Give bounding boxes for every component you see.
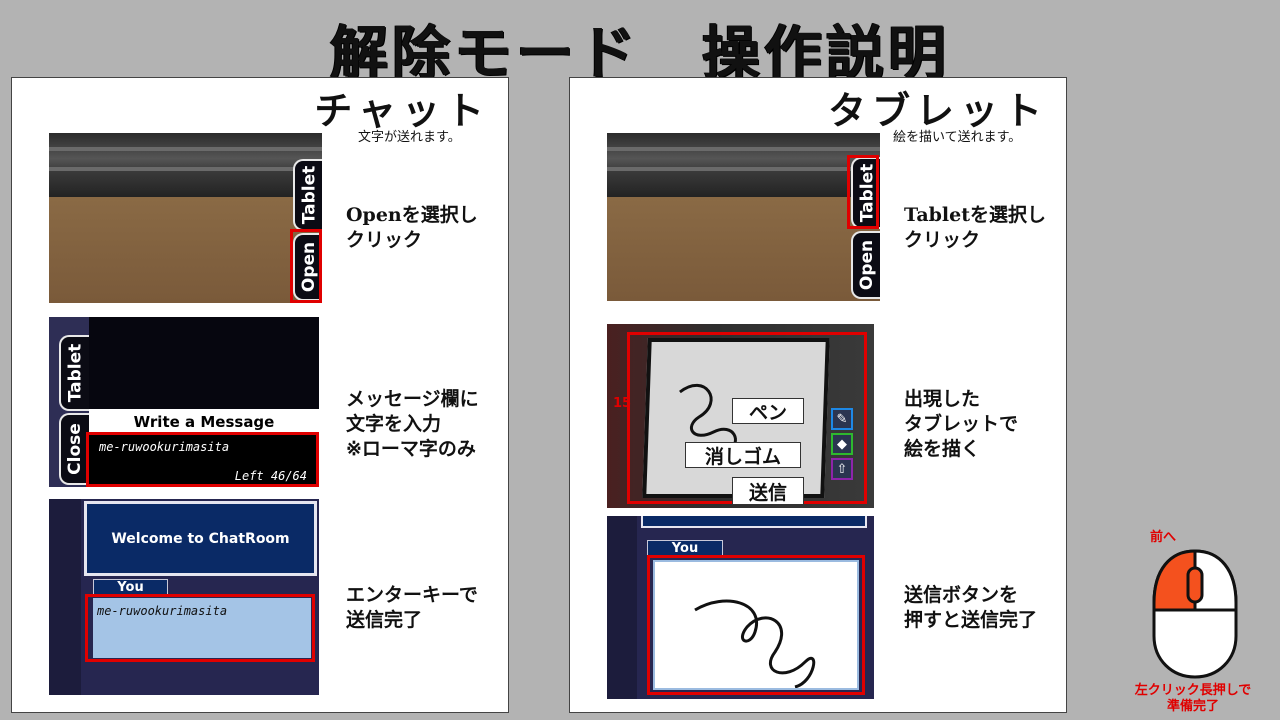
hold-line2: 準備完了 bbox=[1166, 699, 1219, 714]
tablet-tab-label: Tablet bbox=[65, 343, 85, 403]
chat-write-screenshot: Tablet Close Write a Message me-ruwookur… bbox=[49, 317, 319, 487]
eraser-label: 消しゴム bbox=[685, 442, 801, 468]
chat-subtitle: 文字が送れます。 bbox=[358, 130, 461, 145]
chat-step3-text: エンターキーで 送信完了 bbox=[346, 584, 478, 631]
send-label: 送信 bbox=[732, 477, 804, 505]
sent-message-highlight bbox=[85, 594, 315, 662]
tablet-step3-text: 送信ボタンを 押すと送信完了 bbox=[904, 584, 1038, 631]
tablet-open-screenshot: Tablet Open bbox=[607, 133, 880, 301]
mouse-icon bbox=[1152, 549, 1238, 679]
tablet-step2-text: 出現した タブレットで 絵を描く bbox=[904, 388, 1019, 460]
input-highlight bbox=[86, 432, 319, 487]
pen-label: ペン bbox=[732, 398, 804, 424]
tablet-step1-text: Tabletを選択し クリック bbox=[904, 204, 1046, 251]
close-tab-label: Close bbox=[65, 423, 86, 475]
chat-step2-text: メッセージ欄に 文字を入力 ※ローマ字のみ bbox=[346, 388, 479, 460]
tablet-panel: タブレット 絵を描いて送れます。 Tablet Open Tabletを選択し … bbox=[569, 77, 1067, 713]
tablet-subtitle: 絵を描いて送れます。 bbox=[893, 130, 1022, 145]
tablet-draw-screenshot: 15 ✎ ◆ ⇧ ペン 消しゴム 送信 bbox=[607, 324, 874, 508]
tablet-sent-screenshot: You bbox=[607, 516, 874, 699]
hold-line1: 左クリック長押しで bbox=[1134, 683, 1252, 698]
prev-label: 前へ bbox=[1149, 530, 1176, 545]
chat-sent-screenshot: Welcome to ChatRoom You me-ruwookurimasi… bbox=[49, 499, 319, 695]
chat-open-screenshot: Tablet Open bbox=[49, 133, 322, 303]
close-tab[interactable]: Close bbox=[59, 413, 89, 485]
tablet-tab[interactable]: Tablet bbox=[59, 335, 89, 411]
tablet-tab-highlight bbox=[847, 155, 879, 229]
open-tab-highlight bbox=[290, 229, 322, 303]
sent-drawing-highlight bbox=[647, 555, 865, 695]
tablet-tab[interactable]: Tablet bbox=[293, 159, 322, 231]
tablet-tab-label: Tablet bbox=[299, 165, 319, 225]
chat-step1-text: Openを選択し クリック bbox=[346, 204, 478, 251]
write-message-title: Write a Message bbox=[133, 413, 275, 431]
open-tab[interactable]: Open bbox=[851, 231, 880, 299]
welcome-banner: Welcome to ChatRoom bbox=[84, 501, 317, 576]
chat-panel: チャット 文字が送れます。 Tablet Open Openを選択し クリック … bbox=[11, 77, 509, 713]
open-tab-label: Open bbox=[857, 239, 878, 291]
hold-instruction: 左クリック長押しで 準備完了 bbox=[1116, 683, 1270, 715]
